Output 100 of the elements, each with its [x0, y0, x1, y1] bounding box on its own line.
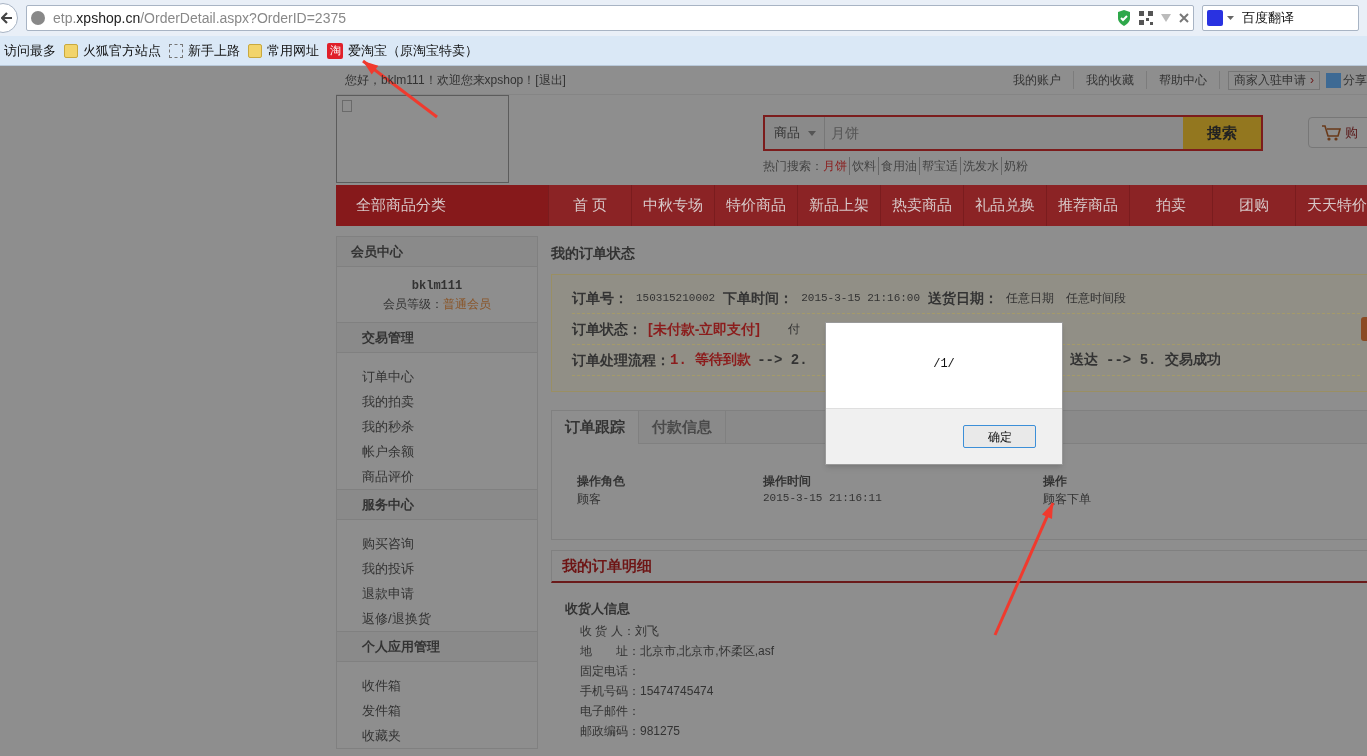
- nav-item[interactable]: 特价商品: [714, 185, 797, 226]
- member-level: 会员等级：普通会员: [383, 295, 491, 313]
- field-label: 收 货 人：: [580, 623, 635, 640]
- nav-item[interactable]: 热卖商品: [880, 185, 963, 226]
- hot-search-link[interactable]: 洗发水: [960, 157, 999, 175]
- column-header: 操作角色: [577, 473, 626, 490]
- field-label: 送货日期：: [928, 288, 999, 308]
- hot-search-label: 热门搜索：: [763, 158, 823, 175]
- top-link[interactable]: 我的收藏: [1074, 71, 1147, 89]
- order-number: 150315210002: [636, 290, 716, 306]
- nav-item[interactable]: 团购: [1212, 185, 1295, 226]
- top-link[interactable]: 我的账户: [1001, 71, 1074, 89]
- sidebar-item[interactable]: 发件箱: [337, 698, 537, 723]
- bookmark[interactable]: 访问最多: [4, 40, 56, 61]
- url-text: etp.xpshop.cn/OrderDetail.aspx?OrderID=2375: [53, 8, 347, 28]
- table-cell-text: 顾客下单: [1043, 491, 1092, 508]
- cart-icon: [1321, 123, 1341, 142]
- hot-search-link[interactable]: 奶粉: [1001, 157, 1028, 175]
- caret-icon: [1227, 16, 1234, 20]
- nav-item[interactable]: 推荐商品: [1046, 185, 1129, 226]
- bookmark[interactable]: 火狐官方站点: [64, 40, 161, 61]
- back-arrow-icon: [1, 12, 13, 24]
- tab[interactable]: 订单跟踪: [552, 411, 639, 444]
- sidebar-item[interactable]: 收藏夹: [337, 723, 537, 748]
- sidebar-item[interactable]: 收件箱: [337, 673, 537, 698]
- field-label: 邮政编码：: [580, 723, 640, 740]
- sidebar-section-header: 交易管理: [337, 323, 537, 353]
- sidebar-item[interactable]: 购买咨询: [337, 531, 537, 556]
- nav-item[interactable]: 天天特价: [1295, 185, 1367, 226]
- order-status[interactable]: [未付款-立即支付]: [648, 318, 760, 340]
- nav-item[interactable]: 礼品兑换: [963, 185, 1046, 226]
- table-cell-text: 2015-3-15 21:16:11: [763, 491, 883, 506]
- hot-search-link[interactable]: 月饼: [823, 157, 847, 175]
- flow-step-current: 1. 等待到款: [670, 350, 752, 370]
- sidebar-item[interactable]: 我的拍卖: [337, 389, 537, 414]
- bookmark[interactable]: 常用网址: [248, 40, 319, 61]
- nav-item[interactable]: 拍卖: [1129, 185, 1212, 226]
- top-link[interactable]: 帮助中心: [1147, 71, 1220, 89]
- sidebar-item[interactable]: 我的投诉: [337, 556, 537, 581]
- subsection-title: 收货人信息: [565, 600, 631, 618]
- cart-button[interactable]: 购: [1308, 117, 1367, 148]
- field-label: 固定电话：: [580, 663, 640, 680]
- category-dropdown[interactable]: 商品: [765, 117, 825, 149]
- field-label: 订单状态：: [572, 319, 642, 339]
- taobao-badge: 淘: [327, 42, 343, 59]
- field-label: 订单号：: [572, 288, 628, 308]
- delivery-time-slot: 任意时间段: [1066, 289, 1127, 307]
- search-engine-field[interactable]: 百度翻译: [1202, 5, 1359, 31]
- address-bar[interactable]: etp.xpshop.cn/OrderDetail.aspx?OrderID=2375: [26, 5, 1194, 31]
- delivery-date: 任意日期: [1006, 290, 1055, 307]
- field-value: 981275: [640, 723, 681, 740]
- column-header: 操作: [1043, 473, 1068, 490]
- caret-icon: [807, 130, 816, 136]
- sidebar-item[interactable]: 返修/退换货: [337, 606, 537, 631]
- search-engine-name: 百度翻译: [1242, 9, 1294, 28]
- field-value: 北京市,北京市,怀柔区,asf: [640, 643, 774, 660]
- share-link[interactable]: 分享: [1343, 71, 1367, 89]
- broken-image-icon: [342, 100, 352, 112]
- sidebar-item[interactable]: 退款申请: [337, 581, 537, 606]
- blank-page-icon: [169, 43, 183, 58]
- sidebar-item[interactable]: 订单中心: [337, 364, 537, 389]
- merchant-apply-button[interactable]: 商家入驻申请 ›: [1228, 70, 1320, 90]
- field-value: 刘飞: [634, 623, 659, 640]
- field-label: 电子邮件：: [580, 703, 640, 720]
- nav-item[interactable]: 新品上架: [797, 185, 880, 226]
- sidebar-header: 会员中心: [337, 237, 537, 267]
- all-categories-menu[interactable]: 全部商品分类: [336, 185, 548, 226]
- field-value: 15474745474: [640, 683, 714, 700]
- nav-item[interactable]: 中秋专场: [631, 185, 714, 226]
- dialog-message: /1/: [933, 355, 955, 373]
- sidebar-item[interactable]: 我的秒杀: [337, 414, 537, 439]
- tab[interactable]: 付款信息: [639, 411, 726, 443]
- folder-icon: [248, 43, 262, 58]
- shield-check-icon: [1117, 10, 1131, 26]
- search-button[interactable]: 搜索: [1183, 117, 1261, 149]
- username: bklm111: [411, 277, 463, 295]
- order-time: 2015-3-15 21:16:00: [801, 290, 921, 306]
- flow-step: 送达 --> 5. 交易成功: [1069, 349, 1221, 371]
- sidebar-section-header: 服务中心: [337, 490, 537, 520]
- table-cell-text: 顾客: [577, 491, 602, 508]
- qr-code-icon[interactable]: [1139, 11, 1153, 25]
- nav-item[interactable]: 首 页: [548, 185, 631, 226]
- bookmark[interactable]: 新手上路: [169, 40, 240, 61]
- ok-button[interactable]: 确定: [963, 425, 1036, 448]
- hot-search-link[interactable]: 饮料: [849, 157, 876, 175]
- close-icon[interactable]: [1179, 13, 1189, 23]
- hot-search-link[interactable]: 帮宝适: [919, 157, 958, 175]
- column-header: 操作时间: [763, 473, 812, 490]
- field-label: 手机号码：: [580, 683, 640, 700]
- sidebar-item[interactable]: 商品评价: [337, 464, 537, 489]
- folder-icon: [64, 43, 78, 58]
- field-label: 下单时间：: [723, 288, 794, 308]
- bookmark[interactable]: 淘 爱淘宝（原淘宝特卖）: [327, 40, 478, 61]
- field-label: 地 址：: [580, 643, 640, 660]
- flow-step: --> 2.: [757, 349, 808, 371]
- status-note: 付: [788, 321, 800, 338]
- sidebar-item[interactable]: 帐户余额: [337, 439, 537, 464]
- hot-search-link[interactable]: 食用油: [878, 157, 917, 175]
- section-title: 我的订单明细: [562, 555, 652, 576]
- field-label: 订单处理流程：: [572, 350, 670, 370]
